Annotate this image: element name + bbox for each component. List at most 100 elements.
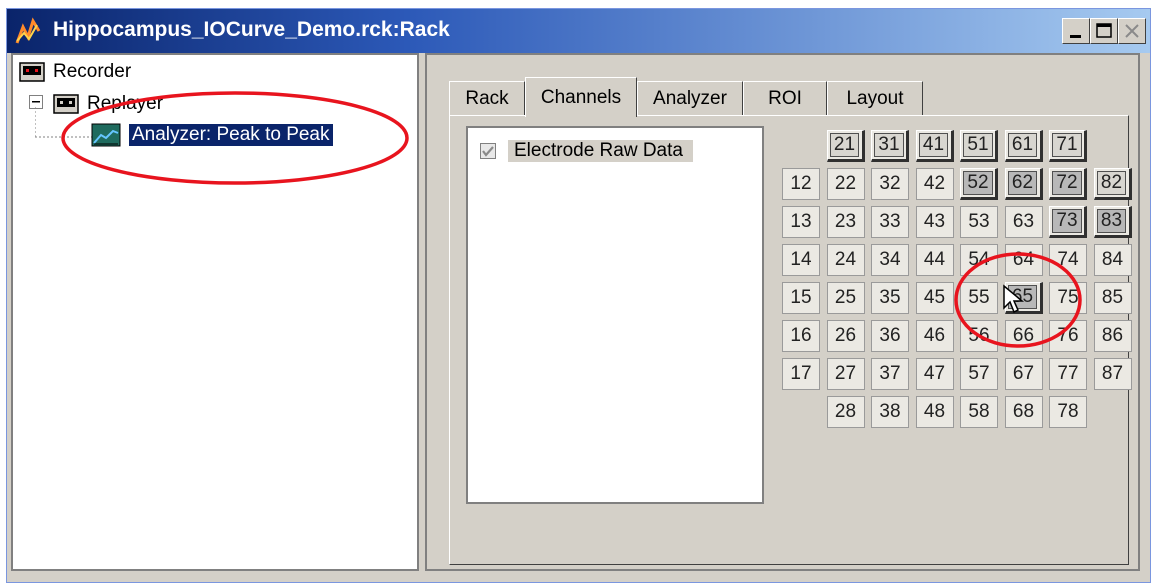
electrode-71[interactable]: 71 (1049, 130, 1087, 162)
electrode-41[interactable]: 41 (915, 130, 954, 162)
electrode-74[interactable]: 74 (1049, 244, 1087, 276)
electrode-33[interactable]: 33 (871, 206, 909, 238)
electrode-37[interactable]: 37 (871, 358, 909, 390)
electrode-21[interactable]: 21 (826, 130, 865, 162)
electrode-label: 71 (1052, 133, 1082, 157)
electrode-label: 74 (1057, 249, 1079, 270)
electrode-48[interactable]: 48 (915, 396, 954, 428)
electrode-52[interactable]: 52 (960, 168, 998, 200)
electrode-label: 76 (1057, 325, 1079, 346)
electrode-label: 16 (790, 325, 812, 346)
properties-pane: Rack Channels Analyzer ROI Layout Electr… (425, 53, 1140, 571)
tree-item-analyzer[interactable]: Analyzer: Peak to Peak (91, 123, 333, 147)
electrode-56[interactable]: 56 (960, 320, 998, 352)
tab-channels[interactable]: Channels (525, 77, 637, 117)
electrode-13[interactable]: 13 (782, 206, 820, 238)
tree-item-recorder[interactable]: Recorder (19, 61, 131, 83)
mouse-pointer-icon (1003, 284, 1025, 314)
electrode-label: 55 (968, 287, 990, 308)
tree-item-replayer[interactable]: Replayer (53, 93, 163, 115)
electrode-78[interactable]: 78 (1049, 396, 1087, 428)
electrode-23[interactable]: 23 (826, 206, 865, 238)
electrode-label: 34 (879, 249, 901, 270)
electrode-54[interactable]: 54 (960, 244, 998, 276)
electrode-83[interactable]: 83 (1093, 206, 1132, 238)
electrode-72[interactable]: 72 (1049, 168, 1087, 200)
electrode-85[interactable]: 85 (1093, 282, 1132, 314)
electrode-label: 87 (1101, 363, 1124, 384)
electrode-27[interactable]: 27 (826, 358, 865, 390)
tab-rack[interactable]: Rack (449, 81, 525, 115)
minimize-button[interactable] (1062, 18, 1090, 44)
stream-checkbox[interactable] (480, 143, 496, 159)
electrode-17[interactable]: 17 (782, 358, 820, 390)
electrode-75[interactable]: 75 (1049, 282, 1087, 314)
electrode-61[interactable]: 61 (1004, 130, 1043, 162)
title-bar[interactable]: Hippocampus_IOCurve_Demo.rck:Rack (7, 9, 1150, 53)
electrode-label: 23 (834, 211, 857, 232)
recorder-icon (19, 62, 45, 82)
electrode-47[interactable]: 47 (915, 358, 954, 390)
electrode-63[interactable]: 63 (1004, 206, 1043, 238)
electrode-82[interactable]: 82 (1093, 168, 1132, 200)
electrode-label: 28 (834, 401, 857, 422)
electrode-label: 54 (968, 249, 990, 270)
stream-list[interactable]: Electrode Raw Data (466, 126, 764, 504)
recorder-label: Recorder (53, 61, 132, 82)
electrode-53[interactable]: 53 (960, 206, 998, 238)
electrode-label: 25 (834, 287, 857, 308)
electrode-label: 47 (923, 363, 946, 384)
electrode-label: 35 (879, 287, 901, 308)
electrode-64[interactable]: 64 (1004, 244, 1043, 276)
electrode-86[interactable]: 86 (1093, 320, 1132, 352)
electrode-62[interactable]: 62 (1004, 168, 1043, 200)
tab-layout[interactable]: Layout (827, 81, 923, 115)
electrode-44[interactable]: 44 (915, 244, 954, 276)
electrode-45[interactable]: 45 (915, 282, 954, 314)
electrode-76[interactable]: 76 (1049, 320, 1087, 352)
analyzer-label: Analyzer: Peak to Peak (129, 124, 333, 146)
electrode-77[interactable]: 77 (1049, 358, 1087, 390)
electrode-15[interactable]: 15 (782, 282, 820, 314)
electrode-43[interactable]: 43 (915, 206, 954, 238)
tab-analyzer[interactable]: Analyzer (637, 81, 743, 115)
electrode-label: 31 (874, 133, 904, 157)
electrode-38[interactable]: 38 (871, 396, 909, 428)
electrode-label: 84 (1101, 249, 1124, 270)
electrode-26[interactable]: 26 (826, 320, 865, 352)
tab-roi[interactable]: ROI (743, 81, 827, 115)
stream-item[interactable]: Electrode Raw Data (480, 140, 693, 162)
electrode-label: 72 (1052, 171, 1082, 195)
electrode-84[interactable]: 84 (1093, 244, 1132, 276)
electrode-label: 67 (1012, 363, 1035, 384)
close-button[interactable] (1118, 18, 1146, 44)
electrode-label: 83 (1096, 209, 1127, 233)
electrode-68[interactable]: 68 (1004, 396, 1043, 428)
electrode-67[interactable]: 67 (1004, 358, 1043, 390)
electrode-14[interactable]: 14 (782, 244, 820, 276)
electrode-87[interactable]: 87 (1093, 358, 1132, 390)
rack-tree[interactable]: Recorder Replayer Analyzer: Peak to Peak (11, 53, 419, 571)
electrode-36[interactable]: 36 (871, 320, 909, 352)
electrode-34[interactable]: 34 (871, 244, 909, 276)
electrode-46[interactable]: 46 (915, 320, 954, 352)
electrode-label: 13 (790, 211, 812, 232)
electrode-57[interactable]: 57 (960, 358, 998, 390)
maximize-button[interactable] (1090, 18, 1118, 44)
electrode-73[interactable]: 73 (1049, 206, 1087, 238)
electrode-66[interactable]: 66 (1004, 320, 1043, 352)
electrode-16[interactable]: 16 (782, 320, 820, 352)
electrode-32[interactable]: 32 (871, 168, 909, 200)
electrode-51[interactable]: 51 (960, 130, 998, 162)
electrode-24[interactable]: 24 (826, 244, 865, 276)
electrode-28[interactable]: 28 (826, 396, 865, 428)
electrode-label: 43 (923, 211, 946, 232)
electrode-35[interactable]: 35 (871, 282, 909, 314)
electrode-42[interactable]: 42 (915, 168, 954, 200)
electrode-58[interactable]: 58 (960, 396, 998, 428)
electrode-55[interactable]: 55 (960, 282, 998, 314)
electrode-12[interactable]: 12 (782, 168, 820, 200)
electrode-22[interactable]: 22 (826, 168, 865, 200)
electrode-31[interactable]: 31 (871, 130, 909, 162)
electrode-25[interactable]: 25 (826, 282, 865, 314)
